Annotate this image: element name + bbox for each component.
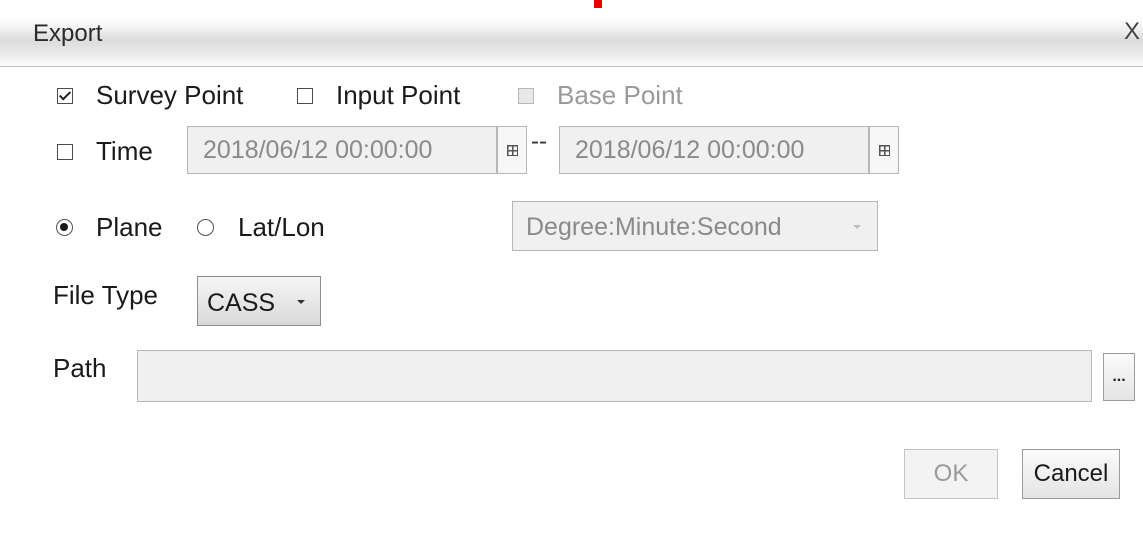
dialog-title-bar: Export X [0,0,1143,67]
survey-point-label: Survey Point [96,80,244,110]
plane-radio[interactable] [56,219,73,236]
time-checkbox[interactable] [57,144,73,160]
latlon-radio[interactable] [197,219,214,236]
calendar-icon [879,145,890,156]
dialog-title: Export [33,20,103,47]
end-calendar-button[interactable] [869,126,899,174]
base-point-checkbox[interactable] [518,88,534,104]
input-point-label: Input Point [336,80,461,110]
start-calendar-button[interactable] [497,126,527,174]
start-time-input[interactable]: 2018/06/12 00:00:00 [187,126,497,174]
chevron-down-icon [297,300,305,304]
input-point-checkbox[interactable] [297,88,313,104]
plane-label: Plane [96,212,163,242]
latlon-label: Lat/Lon [238,212,325,242]
calendar-icon [507,145,518,156]
cancel-button[interactable]: Cancel [1022,449,1120,499]
angle-format-value: Degree:Minute:Second [526,213,782,241]
time-label: Time [96,136,153,166]
browse-label: ... [1112,368,1126,385]
path-label: Path [53,353,107,383]
file-type-dropdown[interactable]: CASS [197,276,321,326]
ok-button[interactable]: OK [904,449,998,499]
chevron-down-icon [853,225,861,229]
path-input[interactable] [137,350,1092,402]
end-time-input[interactable]: 2018/06/12 00:00:00 [559,126,869,174]
base-point-label: Base Point [557,80,683,110]
red-marker [594,0,602,8]
file-type-value: CASS [207,289,276,317]
close-icon[interactable]: X [1124,18,1140,46]
time-separator: -- [531,128,547,155]
survey-point-checkbox[interactable] [57,88,73,104]
angle-format-dropdown[interactable]: Degree:Minute:Second [512,201,878,251]
file-type-label: File Type [53,280,159,310]
browse-button[interactable]: ... [1103,353,1135,401]
